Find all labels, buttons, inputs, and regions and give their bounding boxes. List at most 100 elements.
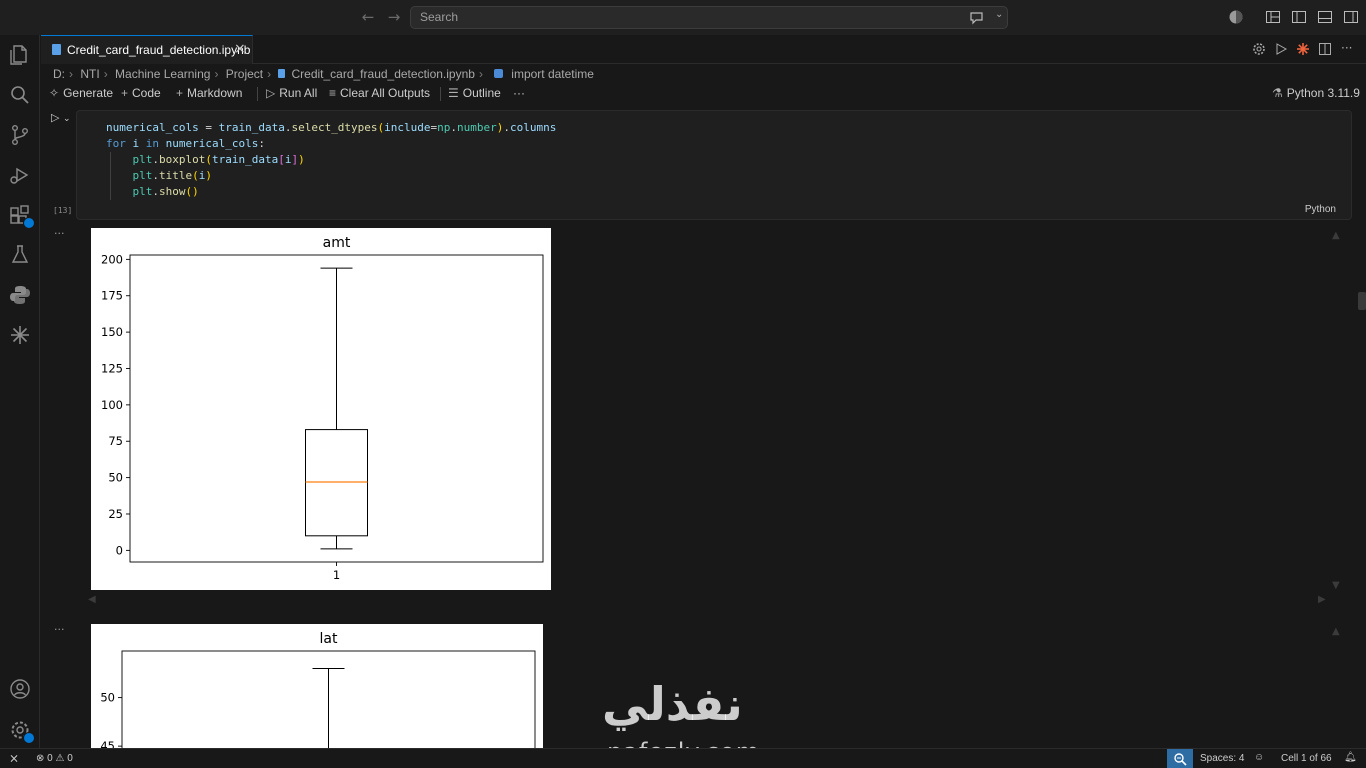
error-count: 0 — [47, 753, 53, 764]
breadcrumb-item[interactable]: NTI — [80, 67, 99, 81]
add-markdown-cell-button[interactable]: + Markdown — [176, 86, 242, 100]
code-line: numerical_cols = train_data.select_dtype… — [106, 121, 557, 134]
remote-indicator-icon[interactable]: ⨯ — [9, 751, 19, 765]
boxplot-amt: amt 0 25 50 75 100 125 150 175 200 1 — [91, 228, 551, 590]
code-cell[interactable]: numerical_cols = train_data.select_dtype… — [76, 110, 1352, 220]
arrow-right-icon[interactable]: → — [385, 8, 403, 26]
copilot-icon[interactable] — [8, 323, 32, 347]
scroll-up-icon[interactable]: ▲ — [1332, 626, 1340, 637]
run-all-button[interactable]: ▷ Run All — [266, 86, 317, 100]
arrow-left-icon[interactable]: ← — [359, 8, 377, 26]
scroll-up-icon[interactable]: ▲ — [1332, 230, 1340, 241]
y-tick-label: 75 — [108, 434, 123, 448]
close-icon[interactable]: × — [234, 41, 246, 57]
notifications-bell-icon[interactable]: 🔔︎ — [1344, 752, 1357, 763]
tab-notebook[interactable]: Credit_card_fraud_detection.ipynb × — [41, 35, 253, 64]
breadcrumb-item[interactable]: D: — [53, 67, 65, 81]
zoom-indicator[interactable] — [1167, 749, 1193, 768]
plus-icon: + — [176, 86, 184, 100]
chevron-right-icon: › — [103, 66, 108, 81]
search-icon[interactable] — [8, 83, 32, 107]
copilot-spark-icon[interactable] — [1296, 42, 1310, 56]
generate-label: Generate — [63, 86, 114, 100]
y-tick-label: 175 — [101, 289, 123, 303]
title-bar: ← → Search ⌄ — [0, 0, 1366, 35]
settings-gear-icon[interactable] — [8, 718, 35, 744]
run-cell-button[interactable]: ▷ ⌄ — [51, 111, 71, 124]
outline-icon: ☰ — [448, 86, 459, 100]
chart-title: amt — [323, 235, 351, 251]
explorer-icon[interactable] — [8, 43, 32, 67]
copilot-status-icon[interactable]: ☺ — [1254, 752, 1264, 763]
scroll-down-icon[interactable]: ▼ — [1332, 580, 1340, 591]
code-label: Code — [132, 86, 161, 100]
plus-icon: + — [121, 86, 129, 100]
editor-scrollbar-thumb[interactable] — [1358, 292, 1366, 310]
cell-language-label[interactable]: Python — [1305, 204, 1336, 215]
breadcrumb-item[interactable]: Project — [226, 67, 263, 81]
source-control-icon[interactable] — [8, 123, 32, 147]
chevron-right-icon: › — [214, 66, 219, 81]
zoom-icon — [1174, 753, 1187, 766]
python-icon[interactable] — [8, 283, 32, 307]
command-center-search[interactable]: Search ⌄ — [410, 6, 1008, 29]
customize-layout-icon[interactable] — [1265, 9, 1281, 25]
breadcrumb-item[interactable]: Machine Learning — [115, 67, 210, 81]
code-line: plt.show() — [132, 185, 199, 198]
breadcrumb-item[interactable]: Credit_card_fraud_detection.ipynb — [291, 67, 474, 81]
chevron-right-icon: › — [267, 66, 272, 81]
output-actions-icon[interactable]: ··· — [54, 227, 65, 240]
y-tick-label: 25 — [108, 507, 123, 521]
markdown-label: Markdown — [187, 86, 243, 100]
scroll-left-icon[interactable]: ◀ — [88, 594, 96, 605]
outline-label: Outline — [462, 86, 501, 100]
output-actions-icon[interactable]: ··· — [54, 623, 65, 636]
more-actions-icon[interactable]: ··· — [1341, 41, 1352, 55]
problems-indicator[interactable]: ⊗ 0 ⚠ 0 — [36, 753, 73, 764]
status-bar: ⨯ ⊗ 0 ⚠ 0 Spaces: 4 ☺ Cell 1 of 66 🔔︎ — [0, 748, 1366, 768]
chevron-down-icon[interactable]: ⌄ — [63, 114, 71, 124]
add-code-cell-button[interactable]: + Code — [121, 86, 161, 100]
cell-position-status[interactable]: Cell 1 of 66 — [1281, 753, 1332, 764]
toolbar-divider — [440, 87, 441, 101]
kernel-label: Python 3.11.9 — [1286, 86, 1360, 100]
code-editor[interactable]: numerical_cols = train_data.select_dtype… — [106, 120, 556, 200]
run-debug-icon[interactable] — [8, 163, 32, 187]
breadcrumb-item[interactable]: import datetime — [511, 67, 594, 81]
toggle-primary-sidebar-icon[interactable] — [1291, 9, 1307, 25]
run-icon[interactable] — [1274, 42, 1288, 56]
y-tick-label: 50 — [100, 691, 115, 705]
y-tick-label: 200 — [101, 252, 123, 266]
chevron-down-icon[interactable]: ⌄ — [995, 9, 1003, 20]
extensions-icon[interactable] — [8, 203, 35, 229]
account-icon[interactable] — [8, 677, 32, 701]
clear-all-outputs-button[interactable]: ≡ Clear All Outputs — [329, 86, 430, 100]
box-iqr — [305, 429, 368, 537]
toggle-secondary-sidebar-icon[interactable] — [1343, 9, 1359, 25]
testing-icon[interactable] — [8, 243, 32, 267]
watermark-arabic-text: نفذلي — [602, 677, 743, 731]
notebook-file-icon — [278, 69, 286, 79]
generate-button[interactable]: ✧ Generate — [49, 86, 113, 100]
y-tick-label: 45 — [100, 739, 115, 748]
scroll-right-icon[interactable]: ▶ — [1318, 594, 1326, 605]
outline-button[interactable]: ☰ Outline — [448, 86, 501, 100]
python-cell-icon — [494, 69, 504, 79]
indentation-status[interactable]: Spaces: 4 — [1200, 753, 1244, 764]
more-actions-button[interactable]: ··· — [513, 86, 525, 100]
toggle-panel-icon[interactable] — [1317, 9, 1333, 25]
gear-icon[interactable] — [1252, 42, 1266, 56]
x-tick-label: 1 — [333, 568, 340, 582]
warning-icon: ⚠ — [55, 753, 65, 764]
split-editor-icon[interactable] — [1318, 42, 1332, 56]
notebook-file-icon — [52, 44, 61, 55]
kernel-picker[interactable]: ⚗ Python 3.11.9 — [1272, 86, 1360, 100]
boxplot-amt-svg: amt 0 25 50 75 100 125 150 175 200 1 — [101, 235, 544, 582]
y-tick-label: 100 — [101, 398, 123, 412]
code-line: for i in numerical_cols: — [106, 137, 265, 150]
copilot-chat-icon[interactable] — [969, 10, 985, 26]
code-line: plt.boxplot(train_data[i]) — [132, 153, 305, 166]
accounts-layout-icon[interactable] — [1228, 9, 1244, 25]
clear-all-icon: ≡ — [329, 86, 337, 100]
sparkle-icon: ✧ — [49, 86, 60, 100]
